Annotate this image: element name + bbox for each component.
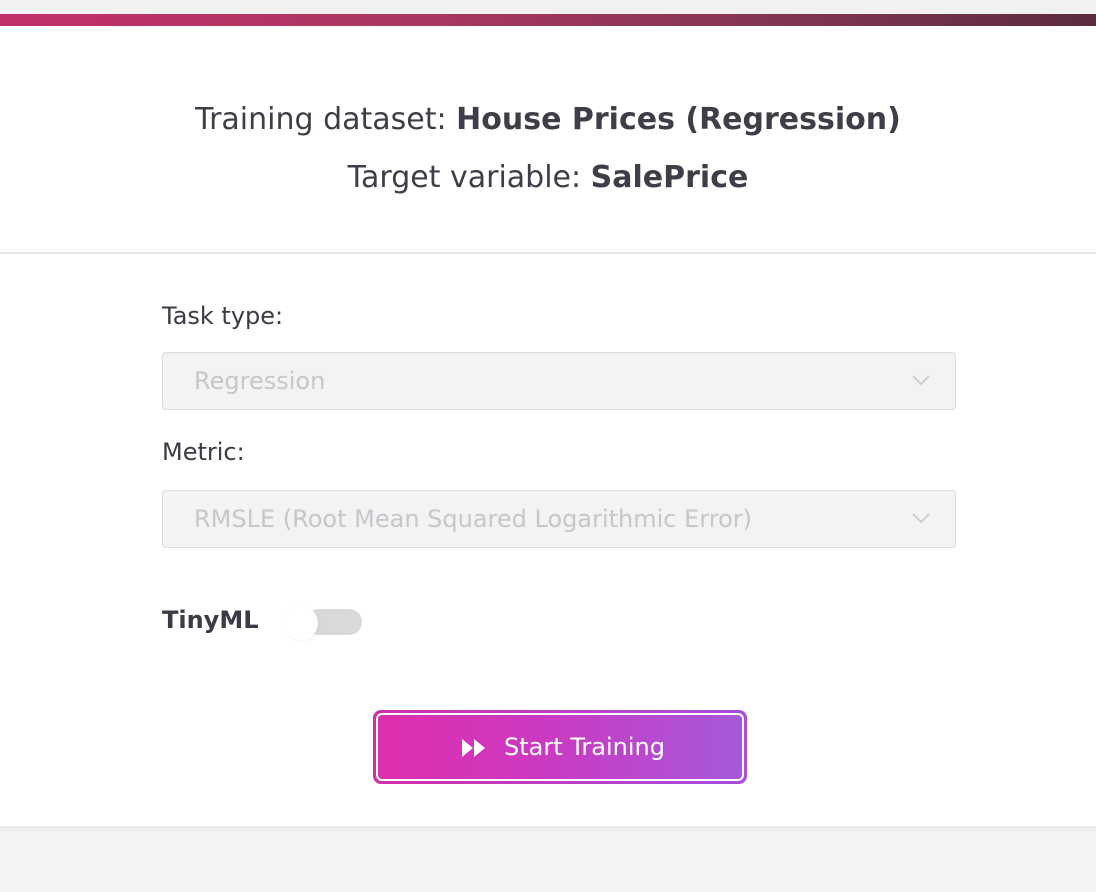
metric-label: Metric: — [162, 438, 245, 466]
fast-forward-icon — [462, 739, 485, 757]
training-card: Training dataset: House Prices (Regressi… — [0, 26, 1096, 826]
target-variable-name: SalePrice — [590, 160, 749, 195]
target-variable-prefix: Target variable: — [347, 160, 582, 195]
page-top-strip — [0, 0, 1096, 14]
metric-value: RMSLE (Root Mean Squared Logarithmic Err… — [194, 505, 752, 533]
start-training-button[interactable]: Start Training — [373, 710, 747, 784]
tinyml-toggle[interactable] — [284, 606, 364, 640]
section-divider — [0, 252, 1096, 254]
training-dataset-name: House Prices (Regression) — [456, 102, 901, 137]
card-bottom-edge — [0, 826, 1096, 832]
accent-bar — [0, 14, 1096, 26]
training-dataset-prefix: Training dataset: — [195, 102, 447, 137]
task-type-value: Regression — [194, 367, 326, 395]
start-training-label: Start Training — [504, 733, 665, 761]
start-training-button-inner: Start Training — [376, 713, 744, 781]
target-variable-line: Target variable: SalePrice — [0, 160, 1096, 195]
training-dataset-line: Training dataset: House Prices (Regressi… — [0, 102, 1096, 137]
metric-select[interactable]: RMSLE (Root Mean Squared Logarithmic Err… — [162, 490, 956, 548]
toggle-knob — [284, 606, 318, 640]
chevron-down-icon — [912, 513, 930, 524]
chevron-down-icon — [912, 375, 930, 386]
task-type-label: Task type: — [162, 302, 284, 330]
tinyml-label: TinyML — [162, 606, 259, 634]
task-type-select[interactable]: Regression — [162, 352, 956, 410]
